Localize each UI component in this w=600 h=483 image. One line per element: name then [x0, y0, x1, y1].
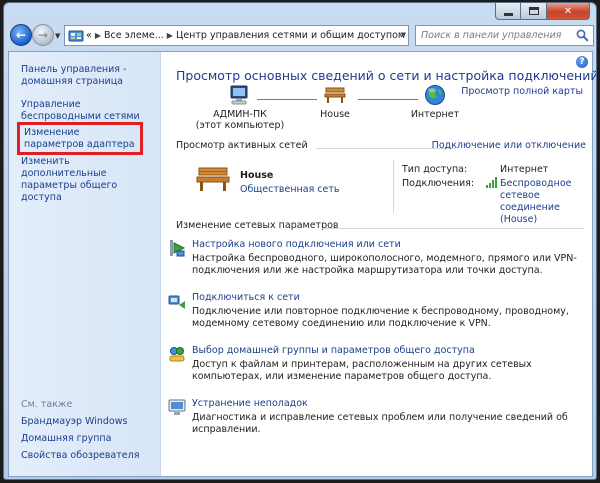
- page-title: Просмотр основных сведений о сети и наст…: [176, 68, 597, 83]
- caption-buttons: ✕: [495, 3, 590, 20]
- task-description: Подключение или повторное подключение к …: [192, 306, 569, 329]
- task-title[interactable]: Подключиться к сети: [192, 292, 592, 304]
- task-troubleshoot: Устранение неполадок Диагностика и испра…: [168, 398, 592, 436]
- maximize-button[interactable]: [521, 3, 547, 20]
- active-networks-title: Просмотр активных сетей: [176, 140, 308, 151]
- sidebar: Панель управления - домашняя страница Уп…: [9, 52, 161, 476]
- computer-name: АДМИН-ПК: [213, 109, 267, 120]
- breadcrumb-separator[interactable]: ▶: [95, 31, 101, 40]
- minimize-icon: [503, 12, 513, 16]
- maximize-icon: [528, 7, 539, 15]
- task-description: Диагностика и исправление сетевых пробле…: [192, 412, 568, 435]
- network-type-link[interactable]: Общественная сеть: [240, 184, 340, 195]
- breadcrumb-all-items[interactable]: Все элеме...: [104, 30, 164, 41]
- see-also-heading: См. также: [21, 399, 73, 410]
- divider: [393, 160, 394, 213]
- task-connect-network: Подключиться к сети Подключение или повт…: [168, 292, 592, 330]
- recent-pages-dropdown[interactable]: ▼: [55, 32, 60, 40]
- task-title[interactable]: Устранение неполадок: [192, 398, 592, 410]
- connect-network-icon: [168, 295, 185, 309]
- sidebar-item-control-panel-home[interactable]: Панель управления - домашняя страница: [21, 64, 157, 88]
- task-description: Доступ к файлам и принтерам, расположенн…: [192, 359, 532, 382]
- network-center-window: ✕ ← → ▼ « ▶ Все элеме... ▶ Центр управле…: [3, 2, 597, 480]
- troubleshoot-icon: [168, 399, 186, 415]
- map-network-label: House: [320, 109, 350, 120]
- connections-label: Подключения:: [402, 178, 475, 189]
- breadcrumb-network-center[interactable]: Центр управления сетями и общим доступом: [176, 30, 405, 41]
- new-connection-icon: [170, 240, 186, 257]
- address-bar[interactable]: « ▶ Все элеме... ▶ Центр управления сетя…: [64, 25, 409, 46]
- arrow-right-icon: →: [37, 28, 49, 42]
- access-type-label: Тип доступа:: [402, 164, 468, 175]
- change-settings-title: Изменение сетевых параметров: [176, 220, 339, 231]
- homegroup-icon: [169, 347, 185, 362]
- bench-icon: [196, 167, 230, 191]
- map-link-line: [257, 99, 317, 100]
- see-also-firewall[interactable]: Брандмауэр Windows: [21, 416, 157, 428]
- task-description: Настройка беспроводного, широкополосного…: [192, 253, 577, 276]
- arrow-left-icon: ←: [15, 28, 27, 42]
- content-area: Панель управления - домашняя страница Уп…: [8, 51, 596, 477]
- globe-icon: [425, 85, 445, 105]
- wireless-connection-link[interactable]: Беспроводное сетевое соединение (House): [500, 178, 592, 226]
- sidebar-item-advanced-sharing[interactable]: Изменить дополнительные параметры общего…: [21, 156, 157, 204]
- divider: [322, 228, 584, 229]
- computer-subtitle: (этот компьютер): [195, 120, 285, 131]
- active-network-name: House: [240, 170, 274, 181]
- task-title[interactable]: Выбор домашней группы и параметров общег…: [192, 345, 592, 357]
- wireless-signal-icon: [486, 177, 497, 188]
- see-also-homegroup[interactable]: Домашняя группа: [21, 433, 157, 445]
- search-input[interactable]: Поиск в панели управления: [415, 25, 594, 46]
- access-type-value: Интернет: [500, 164, 549, 175]
- search-placeholder: Поиск в панели управления: [421, 30, 562, 41]
- address-toolbar: ← → ▼ « ▶ Все элеме... ▶ Центр управлени…: [4, 23, 596, 49]
- connection-line2: соединение (House): [500, 202, 560, 225]
- task-title[interactable]: Настройка нового подключения или сети: [192, 239, 592, 251]
- map-internet-label: Интернет: [410, 109, 460, 120]
- address-overflow[interactable]: «: [86, 30, 92, 41]
- breadcrumb-separator[interactable]: ▶: [167, 31, 173, 40]
- bench-icon: [324, 87, 346, 103]
- highlight-box: [17, 122, 143, 155]
- connection-line1: Беспроводное сетевое: [500, 178, 572, 201]
- connect-disconnect-link[interactable]: Подключение или отключение: [432, 140, 586, 151]
- control-panel-icon: [68, 30, 84, 41]
- search-icon[interactable]: [576, 29, 589, 42]
- forward-button[interactable]: →: [32, 24, 54, 46]
- minimize-button[interactable]: [495, 3, 521, 20]
- main-panel: ? Просмотр основных сведений о сети и на…: [162, 52, 596, 476]
- computer-icon: [230, 85, 248, 105]
- task-new-connection: Настройка нового подключения или сети На…: [170, 239, 592, 277]
- address-dropdown[interactable]: ▼: [401, 31, 406, 39]
- sidebar-item-manage-wireless[interactable]: Управление беспроводными сетями: [21, 99, 157, 123]
- see-also-internet-options[interactable]: Свойства обозревателя: [21, 450, 157, 462]
- help-icon[interactable]: ?: [576, 56, 588, 68]
- full-map-link[interactable]: Просмотр полной карты: [461, 86, 583, 97]
- map-link-line: [358, 99, 418, 100]
- map-computer-label: АДМИН-ПК (этот компьютер): [190, 109, 290, 131]
- back-button[interactable]: ←: [10, 24, 32, 46]
- close-icon: ✕: [563, 5, 573, 17]
- close-button[interactable]: ✕: [547, 3, 590, 20]
- task-homegroup: Выбор домашней группы и параметров общег…: [169, 345, 592, 383]
